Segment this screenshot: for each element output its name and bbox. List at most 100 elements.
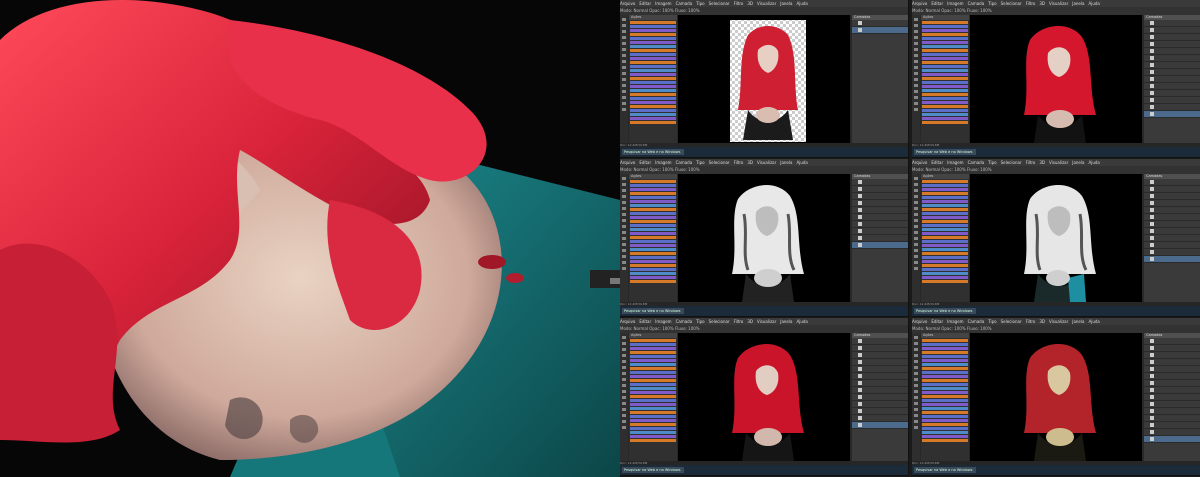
layers-panel[interactable]: Camadas	[852, 15, 908, 143]
action-item[interactable]	[922, 383, 968, 386]
action-item[interactable]	[922, 192, 968, 195]
menu-item[interactable]: Editar	[931, 319, 943, 324]
action-item[interactable]	[630, 77, 676, 80]
action-item[interactable]	[922, 343, 968, 346]
layer-row[interactable]	[852, 394, 908, 401]
action-item[interactable]	[630, 407, 676, 410]
action-item[interactable]	[630, 45, 676, 48]
action-item[interactable]	[630, 53, 676, 56]
layer-row[interactable]	[1144, 401, 1200, 408]
layer-row[interactable]	[1144, 242, 1200, 249]
action-item[interactable]	[630, 204, 676, 207]
menu-item[interactable]: 3D	[1039, 160, 1045, 165]
layer-row[interactable]	[852, 373, 908, 380]
action-item[interactable]	[922, 29, 968, 32]
layers-panel[interactable]: Camadas	[1144, 174, 1200, 302]
action-item[interactable]	[922, 216, 968, 219]
action-item[interactable]	[630, 184, 676, 187]
action-item[interactable]	[922, 41, 968, 44]
action-item[interactable]	[630, 395, 676, 398]
action-item[interactable]	[630, 41, 676, 44]
action-item[interactable]	[630, 25, 676, 28]
action-item[interactable]	[922, 69, 968, 72]
action-item[interactable]	[922, 113, 968, 116]
action-item[interactable]	[630, 97, 676, 100]
action-item[interactable]	[630, 391, 676, 394]
action-item[interactable]	[630, 355, 676, 358]
menu-item[interactable]: Imagem	[655, 1, 671, 6]
layer-row[interactable]	[852, 415, 908, 422]
action-item[interactable]	[630, 351, 676, 354]
menu-item[interactable]: Imagem	[947, 1, 963, 6]
menu-item[interactable]: Editar	[931, 1, 943, 6]
menu-item[interactable]: Arquivo	[912, 160, 927, 165]
taskbar-search-input[interactable]: Pesquisar na Web e no Windows	[622, 467, 684, 473]
tool-palette[interactable]	[912, 15, 920, 143]
action-item[interactable]	[922, 204, 968, 207]
action-item[interactable]	[922, 379, 968, 382]
tool-palette[interactable]	[620, 15, 628, 143]
options-bar[interactable]: Modo: Normal Opac: 100% Fluxo: 100%	[912, 7, 1200, 15]
layer-row[interactable]	[1144, 415, 1200, 422]
layer-row[interactable]	[852, 422, 908, 429]
options-bar[interactable]: Modo: Normal Opac: 100% Fluxo: 100%	[912, 166, 1200, 174]
menu-item[interactable]: Filtro	[1026, 1, 1036, 6]
menu-item[interactable]: Selecionar	[709, 319, 730, 324]
action-item[interactable]	[922, 276, 968, 279]
action-item[interactable]	[630, 180, 676, 183]
tool-palette[interactable]	[620, 333, 628, 461]
action-item[interactable]	[922, 224, 968, 227]
layer-row[interactable]	[1144, 34, 1200, 41]
action-item[interactable]	[922, 184, 968, 187]
action-item[interactable]	[630, 419, 676, 422]
action-item[interactable]	[922, 280, 968, 283]
menu-item[interactable]: Editar	[639, 1, 651, 6]
options-bar[interactable]: Modo: Normal Opac: 100% Fluxo: 100%	[620, 325, 908, 333]
action-item[interactable]	[922, 411, 968, 414]
action-item[interactable]	[922, 97, 968, 100]
action-item[interactable]	[630, 81, 676, 84]
layer-row[interactable]	[1144, 387, 1200, 394]
action-item[interactable]	[630, 216, 676, 219]
action-item[interactable]	[630, 423, 676, 426]
action-item[interactable]	[630, 363, 676, 366]
layer-row[interactable]	[1144, 256, 1200, 263]
layer-row[interactable]	[1144, 69, 1200, 76]
menu-item[interactable]: Ajuda	[1088, 160, 1099, 165]
action-item[interactable]	[922, 37, 968, 40]
action-item[interactable]	[630, 69, 676, 72]
menu-item[interactable]: Janela	[1072, 1, 1084, 6]
layer-row[interactable]	[1144, 436, 1200, 443]
menu-item[interactable]: 3D	[1039, 1, 1045, 6]
menu-item[interactable]: Visualizar	[1049, 1, 1068, 6]
layer-row[interactable]	[1144, 352, 1200, 359]
layers-panel[interactable]: Camadas	[852, 174, 908, 302]
action-item[interactable]	[922, 53, 968, 56]
action-item[interactable]	[630, 415, 676, 418]
action-item[interactable]	[922, 256, 968, 259]
action-item[interactable]	[922, 117, 968, 120]
layer-row[interactable]	[1144, 111, 1200, 118]
action-item[interactable]	[630, 375, 676, 378]
action-item[interactable]	[630, 212, 676, 215]
menu-item[interactable]: Ajuda	[1088, 319, 1099, 324]
menu-item[interactable]: Visualizar	[757, 160, 776, 165]
menu-item[interactable]: 3D	[747, 319, 753, 324]
menu-item[interactable]: 3D	[747, 1, 753, 6]
layer-row[interactable]	[852, 387, 908, 394]
menu-item[interactable]: Visualizar	[1049, 160, 1068, 165]
action-item[interactable]	[922, 260, 968, 263]
layer-row[interactable]	[1144, 249, 1200, 256]
layer-row[interactable]	[1144, 48, 1200, 55]
action-item[interactable]	[922, 93, 968, 96]
menu-item[interactable]: Ajuda	[796, 160, 807, 165]
action-item[interactable]	[630, 439, 676, 442]
document-canvas[interactable]	[678, 15, 850, 143]
menu-item[interactable]: Ajuda	[796, 319, 807, 324]
menu-item[interactable]: Visualizar	[757, 319, 776, 324]
action-item[interactable]	[922, 57, 968, 60]
action-item[interactable]	[922, 355, 968, 358]
menu-item[interactable]: Selecionar	[709, 1, 730, 6]
menu-item[interactable]: Visualizar	[1049, 319, 1068, 324]
layer-row[interactable]	[1144, 359, 1200, 366]
